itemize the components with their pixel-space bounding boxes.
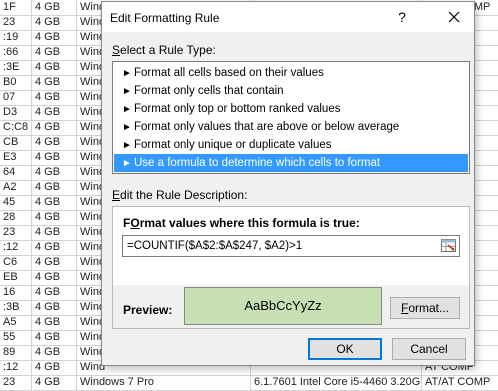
close-icon <box>448 11 460 23</box>
sheet-cell[interactable]: 4 GB <box>32 105 77 120</box>
sheet-cell[interactable]: :19 <box>0 30 32 45</box>
title-bar: Edit Formatting Rule ? <box>102 2 474 32</box>
sheet-cell[interactable]: 23 <box>0 375 32 390</box>
sheet-cell[interactable]: 4 GB <box>32 270 77 285</box>
sheet-cell[interactable]: 4 GB <box>32 90 77 105</box>
sheet-cell[interactable]: 4 GB <box>32 135 77 150</box>
sheet-cell[interactable]: 4 GB <box>32 315 77 330</box>
rule-description-heading: Edit the Rule Description: <box>112 188 248 202</box>
sheet-cell[interactable]: 23 <box>0 225 32 240</box>
rule-type-heading: Select a Rule Type: <box>112 43 216 57</box>
help-button[interactable]: ? <box>392 7 412 27</box>
rule-type-item[interactable]: ► Format all cells based on their values <box>114 64 468 82</box>
edit-formatting-rule-dialog: Edit Formatting Rule ? Select a Rule Typ… <box>101 1 475 366</box>
sheet-cell[interactable]: 4 GB <box>32 0 77 15</box>
sheet-cell[interactable]: AT/AT COMP <box>422 375 498 390</box>
sheet-cell[interactable]: A5 <box>0 315 32 330</box>
rule-type-item[interactable]: ► Format only cells that contain <box>114 82 468 100</box>
sheet-cell[interactable]: E3 <box>0 150 32 165</box>
sheet-cell[interactable]: 4 GB <box>32 75 77 90</box>
sheet-cell[interactable]: 6.1.7601 Intel Core i5-4460 3.20GHz <box>251 375 422 390</box>
sheet-cell[interactable]: 28 <box>0 210 32 225</box>
sheet-cell[interactable]: :3E <box>0 60 32 75</box>
sheet-cell[interactable]: 4 GB <box>32 150 77 165</box>
sheet-cell[interactable]: 4 GB <box>32 375 77 390</box>
sheet-cell[interactable]: 16 <box>0 285 32 300</box>
rule-type-item-selected[interactable]: ► Use a formula to determine which cells … <box>114 154 468 172</box>
formula-label: FOrmat values where this formula is true… <box>123 216 360 230</box>
ok-button[interactable]: OK <box>308 338 382 360</box>
dialog-title: Edit Formatting Rule <box>110 11 220 25</box>
sheet-cell[interactable]: 1F <box>0 0 32 15</box>
sheet-cell[interactable]: 4 GB <box>32 210 77 225</box>
sheet-cell[interactable]: D3 <box>0 105 32 120</box>
close-button[interactable] <box>442 5 466 29</box>
sheet-cell[interactable]: 4 GB <box>32 30 77 45</box>
sheet-cell[interactable]: Windows 7 Pro <box>77 375 251 390</box>
sheet-cell[interactable]: A2 <box>0 180 32 195</box>
sheet-cell[interactable]: 07 <box>0 90 32 105</box>
formula-input[interactable]: =COUNTIF($A$2:$A$247, $A2)>1 <box>122 235 460 257</box>
sheet-cell[interactable]: B0 <box>0 75 32 90</box>
formula-panel: FOrmat values where this formula is true… <box>113 207 469 285</box>
sheet-cell[interactable]: C6 <box>0 255 32 270</box>
rule-description-panel: FOrmat values where this formula is true… <box>112 206 470 329</box>
sheet-cell[interactable]: C:C8 <box>0 120 32 135</box>
sheet-cell[interactable]: :12 <box>0 240 32 255</box>
sheet-cell[interactable]: CB <box>0 135 32 150</box>
sheet-cell[interactable]: 4 GB <box>32 60 77 75</box>
sheet-cell[interactable]: EB <box>0 270 32 285</box>
sheet-cell[interactable]: 4 GB <box>32 285 77 300</box>
sheet-cell[interactable]: 23 <box>0 15 32 30</box>
format-preview: AaBbCcYyZz <box>184 287 382 325</box>
sheet-cell[interactable]: :3B <box>0 300 32 315</box>
sheet-cell[interactable]: 4 GB <box>32 225 77 240</box>
range-select-button[interactable] <box>440 237 458 255</box>
sheet-cell[interactable]: 4 GB <box>32 120 77 135</box>
sheet-cell[interactable]: 4 GB <box>32 360 77 375</box>
format-button[interactable]: Format... <box>390 297 460 319</box>
sheet-cell[interactable]: 4 GB <box>32 195 77 210</box>
sheet-row: 23 4 GB Windows 7 Pro 6.1.7601 Intel Core i… <box>0 375 498 391</box>
sheet-cell[interactable]: 55 <box>0 330 32 345</box>
preview-label: Preview: <box>123 303 173 317</box>
range-select-icon <box>441 239 456 252</box>
rule-type-item[interactable]: ► Format only unique or duplicate values <box>114 136 468 154</box>
sheet-cell[interactable]: 4 GB <box>32 345 77 360</box>
rule-type-list[interactable]: ► Format all cells based on their values … <box>112 61 470 174</box>
sheet-cell[interactable]: 4 GB <box>32 180 77 195</box>
sheet-cell[interactable]: 4 GB <box>32 240 77 255</box>
rule-type-item[interactable]: ► Format only values that are above or be… <box>114 118 468 136</box>
sheet-cell[interactable]: 4 GB <box>32 45 77 60</box>
sheet-cell[interactable]: 4 GB <box>32 330 77 345</box>
sheet-cell[interactable]: 64 <box>0 165 32 180</box>
rule-type-item[interactable]: ► Format only top or bottom ranked values <box>114 100 468 118</box>
sheet-cell[interactable]: 45 <box>0 195 32 210</box>
cancel-button[interactable]: Cancel <box>392 338 466 360</box>
sheet-cell[interactable]: 4 GB <box>32 300 77 315</box>
sheet-cell[interactable]: 4 GB <box>32 255 77 270</box>
formula-value: =COUNTIF($A$2:$A$247, $A2)>1 <box>127 240 303 252</box>
sheet-cell[interactable]: 4 GB <box>32 165 77 180</box>
sheet-cell[interactable]: 4 GB <box>32 15 77 30</box>
sheet-cell[interactable]: 89 <box>0 345 32 360</box>
sheet-cell[interactable]: :66 <box>0 45 32 60</box>
sheet-cell[interactable]: :12 <box>0 360 32 375</box>
